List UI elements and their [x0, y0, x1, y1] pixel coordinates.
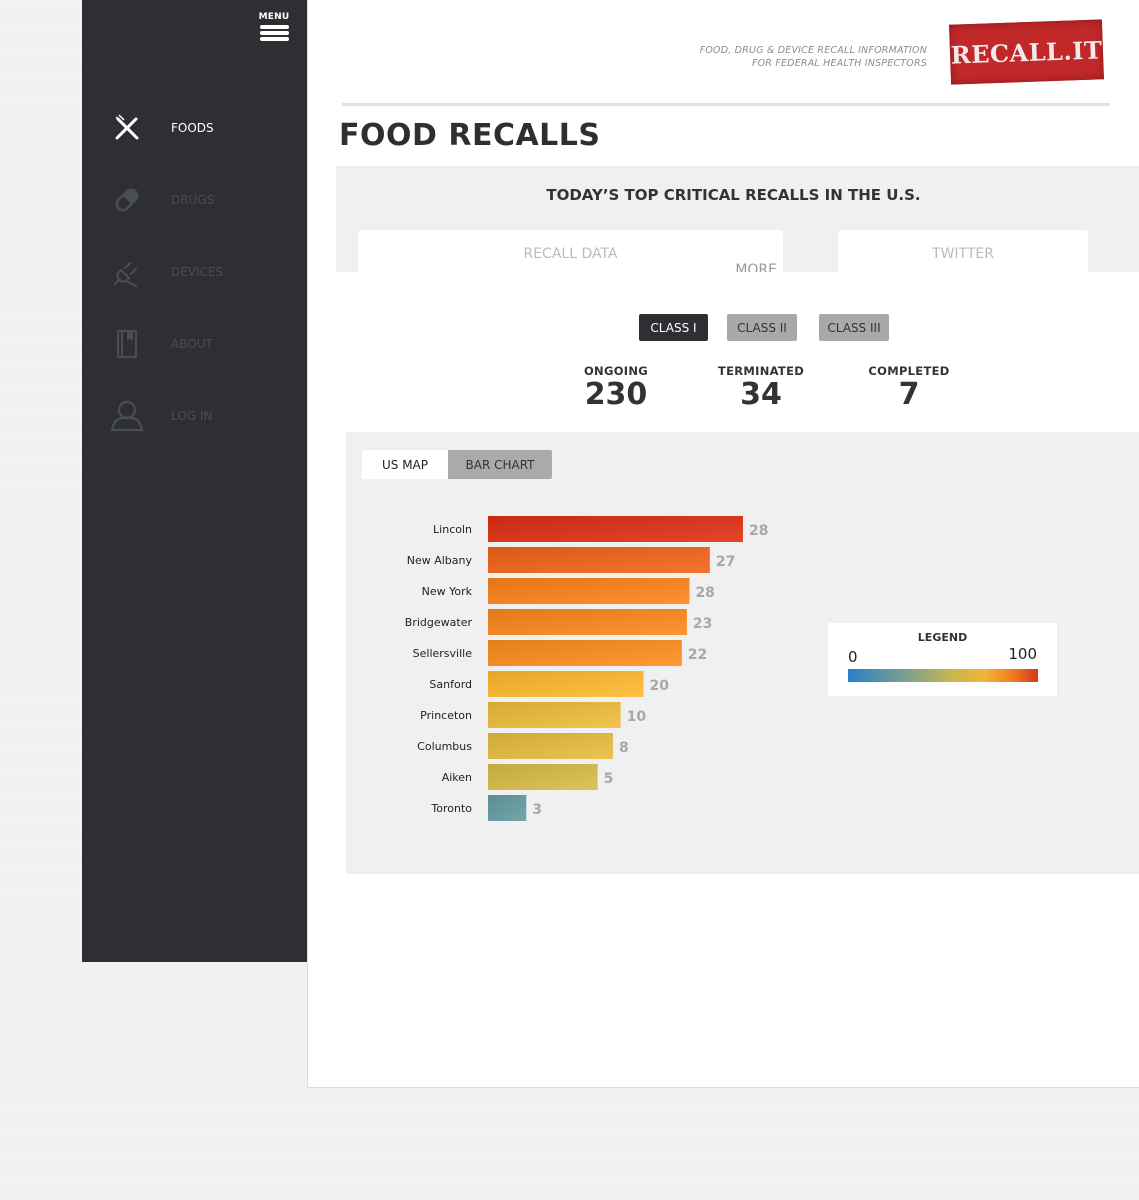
hamburger-icon-line	[259, 37, 289, 41]
bar[interactable]	[488, 640, 682, 666]
bar-label: Bridgewater	[405, 616, 473, 629]
bar[interactable]	[488, 547, 710, 573]
class-i-button[interactable]: CLASS I	[639, 314, 708, 341]
sidebar-item-label: LOG IN	[171, 409, 213, 423]
bar-label: Columbus	[417, 740, 472, 753]
twitter-card[interactable]: TWITTER	[838, 230, 1088, 272]
stat-label: TERMINATED	[717, 364, 805, 378]
page-title: FOOD RECALLS	[339, 118, 601, 153]
visualization-panel: US MAP BAR CHART Lincoln 28 New Albany 27 Ne…	[346, 432, 1139, 874]
header-divider	[342, 103, 1110, 106]
stat-value: 34	[740, 377, 782, 412]
main-panel: FOOD, DRUG & DEVICE RECALL INFORMATION F…	[307, 0, 1139, 1088]
stat-terminated: TERMINATED 34	[701, 364, 821, 412]
more-link[interactable]: MORE	[735, 262, 777, 272]
stat-value: 7	[898, 377, 920, 412]
bar-label: Princeton	[420, 709, 472, 722]
bar-value-label: 22	[688, 647, 707, 663]
legend-min-value: 0	[848, 648, 858, 666]
bar-label: Sanford	[429, 678, 472, 691]
stat-label: COMPLETED	[868, 364, 950, 378]
sidebar-item-about[interactable]: ABOUT	[82, 319, 307, 369]
sidebar-item-foods[interactable]: FOODS	[82, 103, 307, 153]
bar-label: Toronto	[430, 802, 472, 815]
legend: LEGEND 0 100	[828, 623, 1057, 696]
tagline-line-2: FOR FEDERAL HEALTH INSPECTORS	[751, 58, 927, 69]
bar-label: Lincoln	[433, 523, 472, 536]
bar-value-label: 20	[650, 678, 670, 694]
card-title: TWITTER	[932, 246, 994, 262]
menu-label: MENU	[258, 12, 290, 22]
stat-value: 230	[584, 377, 648, 412]
bar-value-label: 27	[716, 554, 735, 570]
bar[interactable]	[488, 516, 743, 542]
fork-knife-icon	[110, 111, 144, 145]
stat-completed: COMPLETED 7	[849, 364, 969, 412]
legend-title: LEGEND	[917, 631, 968, 644]
sidebar-item-label: DRUGS	[171, 193, 215, 207]
bar-label: Sellersville	[413, 647, 473, 660]
bar-value-label: 28	[695, 585, 714, 601]
bar-value-label: 3	[532, 802, 542, 818]
bar-value-label: 28	[749, 523, 768, 539]
sidebar-item-label: DEVICES	[171, 265, 224, 279]
hamburger-icon-line	[259, 31, 289, 35]
bar-chart: Lincoln 28 New Albany 27 New York 28 Bridgewat…	[405, 516, 768, 821]
bar-value-label: 23	[693, 616, 712, 632]
user-icon	[110, 399, 144, 433]
pill-icon	[110, 183, 144, 217]
hamburger-icon	[259, 25, 289, 29]
bar[interactable]	[488, 764, 598, 790]
stat-ongoing: ONGOING 230	[556, 364, 676, 412]
plug-icon	[110, 255, 144, 289]
sidebar-item-label: ABOUT	[171, 337, 213, 351]
card-title: RECALL DATA	[523, 246, 618, 262]
legend-max-value: 100	[1008, 645, 1037, 663]
top-critical-recalls-section: TODAY’S TOP CRITICAL RECALLS IN THE U.S.…	[336, 166, 1139, 272]
bar[interactable]	[488, 702, 621, 728]
bar-label: New Albany	[407, 554, 473, 567]
class-iii-button[interactable]: CLASS III	[819, 314, 889, 341]
bar-value-label: 5	[604, 771, 614, 787]
book-icon	[110, 327, 144, 361]
bar[interactable]	[488, 733, 613, 759]
class-ii-button[interactable]: CLASS II	[727, 314, 797, 341]
sidebar-item-drugs[interactable]: DRUGS	[82, 175, 307, 225]
recall-it-logo[interactable]: RECALL.IT	[948, 19, 1105, 85]
sidebar-item-devices[interactable]: DEVICES	[82, 247, 307, 297]
bar-label: New York	[422, 585, 473, 598]
sidebar: MENU FOODS DRUGS DEVICES ABOUT LOG IN	[82, 0, 307, 962]
tagline-line-1: FOOD, DRUG & DEVICE RECALL INFORMATION	[699, 45, 927, 56]
sidebar-item-label: FOODS	[171, 121, 214, 135]
bar[interactable]	[488, 578, 690, 604]
bar-value-label: 8	[619, 740, 629, 756]
tagline: FOOD, DRUG & DEVICE RECALL INFORMATION F…	[700, 44, 927, 70]
recall-data-card[interactable]: RECALL DATA MORE	[358, 230, 783, 272]
menu-button[interactable]: MENU	[258, 12, 290, 48]
bar[interactable]	[488, 609, 687, 635]
sidebar-item-log-in[interactable]: LOG IN	[82, 391, 307, 441]
bar[interactable]	[488, 795, 527, 821]
section-heading: TODAY’S TOP CRITICAL RECALLS IN THE U.S.	[546, 186, 921, 204]
legend-color-scale	[848, 669, 1038, 682]
bar-label: Aiken	[442, 771, 472, 784]
stat-label: ONGOING	[583, 364, 649, 378]
logo-text: RECALL.IT	[950, 34, 1103, 70]
bar-value-label: 10	[627, 709, 647, 725]
bar[interactable]	[488, 671, 644, 697]
